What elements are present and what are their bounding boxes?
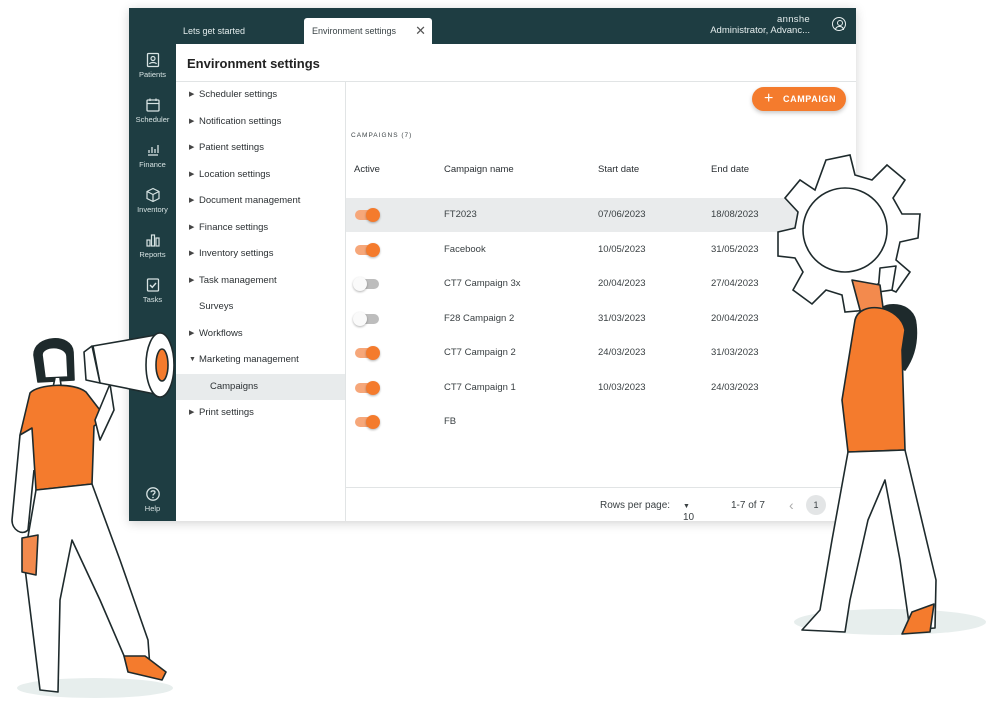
person-holding-gear [801, 265, 937, 635]
person-with-megaphone [11, 332, 175, 693]
decorative-illustration [11, 154, 986, 698]
gear-icon [777, 154, 921, 313]
